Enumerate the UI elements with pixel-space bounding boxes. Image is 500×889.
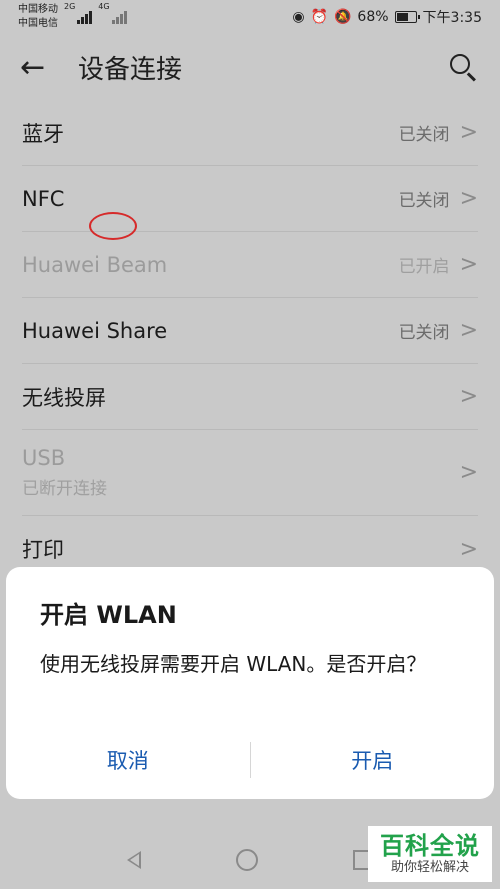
clock: 下午3:35 (422, 10, 482, 26)
setting-row-bluetooth[interactable]: 蓝牙 已关闭 > (22, 100, 478, 166)
setting-row-huawei-beam[interactable]: Huawei Beam 已开启 > (22, 232, 478, 298)
setting-label: Huawei Share (22, 318, 168, 343)
setting-value: 已关闭 (398, 323, 450, 343)
status-bar: 中国移动 中国电信 2G 4G ◉ ⏰ 🔕 68% 下午3:35 (0, 0, 500, 34)
chevron-right-icon: > (459, 186, 478, 211)
setting-row-huawei-share[interactable]: Huawei Share 已关闭 > (22, 298, 478, 364)
chevron-right-icon: > (459, 460, 478, 485)
mute-icon: 🔕 (333, 9, 352, 25)
search-icon[interactable] (446, 50, 480, 84)
setting-label: 无线投屏 (22, 385, 106, 410)
battery-icon (394, 11, 420, 23)
network-type-1: 2G (64, 2, 76, 11)
chevron-right-icon: > (459, 536, 478, 562)
network-type-2: 4G (98, 2, 110, 11)
setting-label: NFC (22, 186, 65, 211)
setting-value: 已开启 (398, 257, 450, 277)
setting-label: 打印 (22, 538, 64, 562)
signal-icon-2 (111, 10, 127, 24)
watermark-logo: 百科全说 助你轻松解决 (368, 826, 492, 882)
enable-button[interactable]: 开启 (251, 739, 495, 781)
setting-label: USB (22, 446, 66, 470)
page-title: 设备连接 (78, 54, 183, 85)
carrier-1: 中国移动 (18, 4, 58, 15)
eye-comfort-icon: ◉ (292, 9, 305, 25)
dialog-buttons: 取消 开启 (6, 739, 494, 781)
chevron-right-icon: > (459, 120, 478, 145)
signal-icon (77, 10, 93, 24)
watermark-main: 百科全说 (380, 832, 480, 860)
chevron-right-icon: > (459, 318, 478, 343)
setting-label: 蓝牙 (22, 121, 64, 146)
settings-list: 蓝牙 已关闭 > NFC 已关闭 > Huawei Beam 已开启 > Hua… (0, 100, 500, 582)
nav-back-icon[interactable] (127, 850, 142, 869)
enable-wlan-dialog: 开启 WLAN 使用无线投屏需要开启 WLAN。是否开启？ 取消 开启 (6, 567, 494, 799)
annotation-circle (89, 212, 137, 240)
app-bar: ← 设备连接 (0, 34, 500, 100)
chevron-right-icon: > (459, 384, 478, 409)
setting-subtitle: 已断开连接 (22, 479, 107, 499)
dialog-message: 使用无线投屏需要开启 WLAN。是否开启？ (40, 652, 427, 676)
setting-row-usb[interactable]: USB 已断开连接 > (22, 430, 478, 516)
setting-value: 已关闭 (398, 191, 450, 211)
setting-row-wireless-projection[interactable]: 无线投屏 > (22, 364, 478, 430)
cancel-button[interactable]: 取消 (6, 739, 250, 781)
battery-percent: 68% (357, 9, 389, 25)
status-left: 中国移动 中国电信 2G 4G (18, 3, 133, 31)
carrier-2: 中国电信 (18, 18, 58, 29)
watermark-sub: 助你轻松解决 (390, 860, 469, 875)
chevron-right-icon: > (459, 252, 478, 277)
setting-label: Huawei Beam (22, 252, 168, 277)
carriers: 中国移动 中国电信 (18, 3, 58, 31)
alarm-icon: ⏰ (310, 9, 328, 25)
back-arrow-icon[interactable]: ← (20, 50, 64, 85)
dialog-title: 开启 WLAN (40, 601, 177, 629)
nav-home-icon[interactable] (235, 848, 258, 871)
status-right: ◉ ⏰ 🔕 68% 下午3:35 (292, 7, 482, 27)
setting-value: 已关闭 (398, 125, 450, 145)
